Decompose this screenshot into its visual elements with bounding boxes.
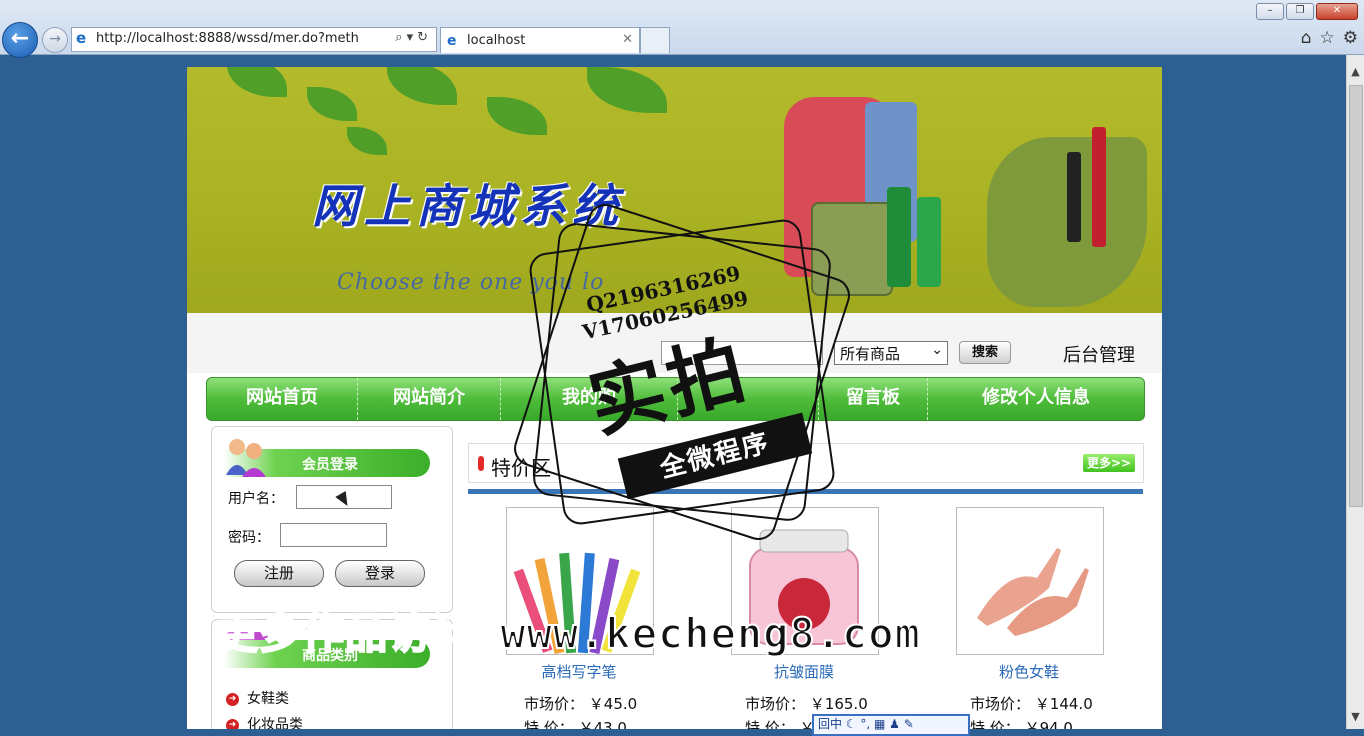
lipstick-image bbox=[1092, 127, 1106, 247]
special-price-value: ￥94.0 bbox=[1024, 719, 1073, 729]
window-controls: – ❐ ✕ bbox=[1256, 3, 1358, 20]
leaf-decoration bbox=[387, 67, 457, 105]
market-price-label: 市场价： bbox=[970, 695, 1031, 713]
promo-watermark: 更多作品访问 www.kecheng8.com bbox=[215, 608, 921, 659]
admin-link[interactable]: 后台管理 bbox=[1063, 341, 1135, 367]
vertical-scrollbar[interactable]: ▲ ▼ bbox=[1346, 55, 1364, 729]
nav-edit-profile[interactable]: 修改个人信息 bbox=[928, 378, 1144, 420]
category-item-label: 女鞋类 bbox=[247, 691, 289, 707]
search-icon[interactable]: ⌕ bbox=[395, 30, 406, 45]
category-item[interactable]: ➜ 化妆品类 bbox=[226, 714, 303, 729]
password-input[interactable] bbox=[280, 523, 387, 547]
browser-tab[interactable]: e localhost ✕ bbox=[440, 27, 640, 53]
lipstick-image bbox=[1067, 152, 1081, 242]
restore-button[interactable]: ❐ bbox=[1286, 3, 1314, 20]
leaf-decoration bbox=[227, 67, 287, 97]
arrow-left-icon: ← bbox=[10, 26, 30, 51]
pink-shoes-image bbox=[957, 508, 1103, 654]
special-price: 特 价： ￥43.0 bbox=[524, 717, 627, 729]
cosmetic-image bbox=[917, 197, 941, 287]
category-item-label: 化妆品类 bbox=[247, 717, 303, 729]
cosmetic-image bbox=[887, 187, 911, 287]
search-button[interactable]: 搜索 bbox=[959, 341, 1011, 364]
leaf-decoration bbox=[487, 97, 547, 135]
special-price-label: 特 价： bbox=[524, 719, 574, 729]
product-name[interactable]: 高档写字笔 bbox=[506, 661, 652, 682]
special-price: 特 价： ￥94.0 bbox=[970, 717, 1073, 729]
scroll-down-icon[interactable]: ▼ bbox=[1347, 710, 1364, 723]
leaf-decoration bbox=[587, 67, 667, 113]
leaf-decoration bbox=[347, 127, 387, 155]
special-price-value: ￥43.0 bbox=[578, 719, 627, 729]
ime-toolbar[interactable]: 回中 ☾ °, ▦ ♟ ✎ bbox=[812, 714, 970, 736]
tab-close-icon[interactable]: ✕ bbox=[622, 32, 633, 47]
new-tab-button[interactable] bbox=[640, 27, 670, 53]
gear-icon[interactable]: ⚙ bbox=[1343, 28, 1358, 48]
dropdown-icon[interactable]: ▾ bbox=[407, 30, 418, 45]
scroll-thumb[interactable] bbox=[1349, 85, 1363, 507]
category-item[interactable]: ➜ 女鞋类 bbox=[226, 688, 289, 708]
section-marker-icon bbox=[478, 456, 484, 471]
minimize-button[interactable]: – bbox=[1256, 3, 1284, 20]
refresh-icon[interactable]: ↻ bbox=[417, 30, 432, 45]
tab-title: localhost bbox=[467, 33, 526, 48]
password-label: 密码： bbox=[228, 530, 270, 546]
arrow-bullet-icon: ➜ bbox=[226, 718, 239, 729]
star-icon[interactable]: ☆ bbox=[1320, 28, 1335, 48]
market-price-value: ￥45.0 bbox=[588, 695, 638, 713]
nav-home[interactable]: 网站首页 bbox=[207, 378, 358, 420]
product-image[interactable] bbox=[956, 507, 1104, 655]
login-title: 会员登录 bbox=[302, 457, 358, 473]
leaf-decoration bbox=[307, 87, 357, 121]
scroll-up-icon[interactable]: ▲ bbox=[1347, 65, 1364, 78]
login-button[interactable]: 登录 bbox=[335, 560, 425, 587]
market-price: 市场价： ￥165.0 bbox=[745, 693, 868, 714]
members-icon bbox=[226, 439, 266, 477]
special-price: 特 价： ￥ bbox=[745, 717, 815, 729]
browser-chrome: – ❐ ✕ ← → e http://localhost:8888/wssd/m… bbox=[0, 0, 1364, 58]
member-login-panel: 会员登录 用户名： 密码： 注册 登录 bbox=[211, 426, 453, 613]
username-label: 用户名： bbox=[228, 491, 284, 507]
product-name[interactable]: 粉色女鞋 bbox=[956, 661, 1102, 682]
address-url[interactable]: http://localhost:8888/wssd/mer.do?method… bbox=[96, 31, 358, 46]
back-button[interactable]: ← bbox=[2, 22, 38, 58]
arrow-bullet-icon: ➜ bbox=[226, 692, 239, 706]
more-button[interactable]: 更多>> bbox=[1083, 454, 1135, 472]
close-window-button[interactable]: ✕ bbox=[1316, 3, 1358, 20]
market-price-label: 市场价： bbox=[745, 695, 806, 713]
address-tools[interactable]: ⌕▾↻ bbox=[395, 30, 432, 45]
product-name[interactable]: 抗皱面膜 bbox=[731, 661, 877, 682]
watermark-stamp: Q2196316269 V17060256499 实拍 全微程序 bbox=[509, 199, 855, 545]
ie-page-icon: e bbox=[76, 29, 87, 47]
nav-about[interactable]: 网站简介 bbox=[358, 378, 501, 420]
special-price-label: 特 价： bbox=[970, 719, 1020, 729]
market-price-label: 市场价： bbox=[524, 695, 585, 713]
browser-tools: ⌂ ☆ ⚙ bbox=[1301, 28, 1358, 48]
home-icon[interactable]: ⌂ bbox=[1301, 28, 1312, 48]
market-price-value: ￥165.0 bbox=[809, 695, 868, 713]
market-price: 市场价： ￥144.0 bbox=[970, 693, 1093, 714]
chevron-down-icon: ⌄ bbox=[931, 342, 943, 358]
market-price: 市场价： ￥45.0 bbox=[524, 693, 637, 714]
address-bar[interactable]: e http://localhost:8888/wssd/mer.do?meth… bbox=[71, 27, 437, 52]
register-button[interactable]: 注册 bbox=[234, 560, 324, 587]
market-price-value: ￥144.0 bbox=[1034, 695, 1093, 713]
arrow-right-icon: → bbox=[49, 31, 61, 47]
ie-tab-icon: e bbox=[447, 33, 457, 49]
special-price-label: 特 价： bbox=[745, 719, 795, 729]
forward-button[interactable]: → bbox=[42, 27, 68, 53]
